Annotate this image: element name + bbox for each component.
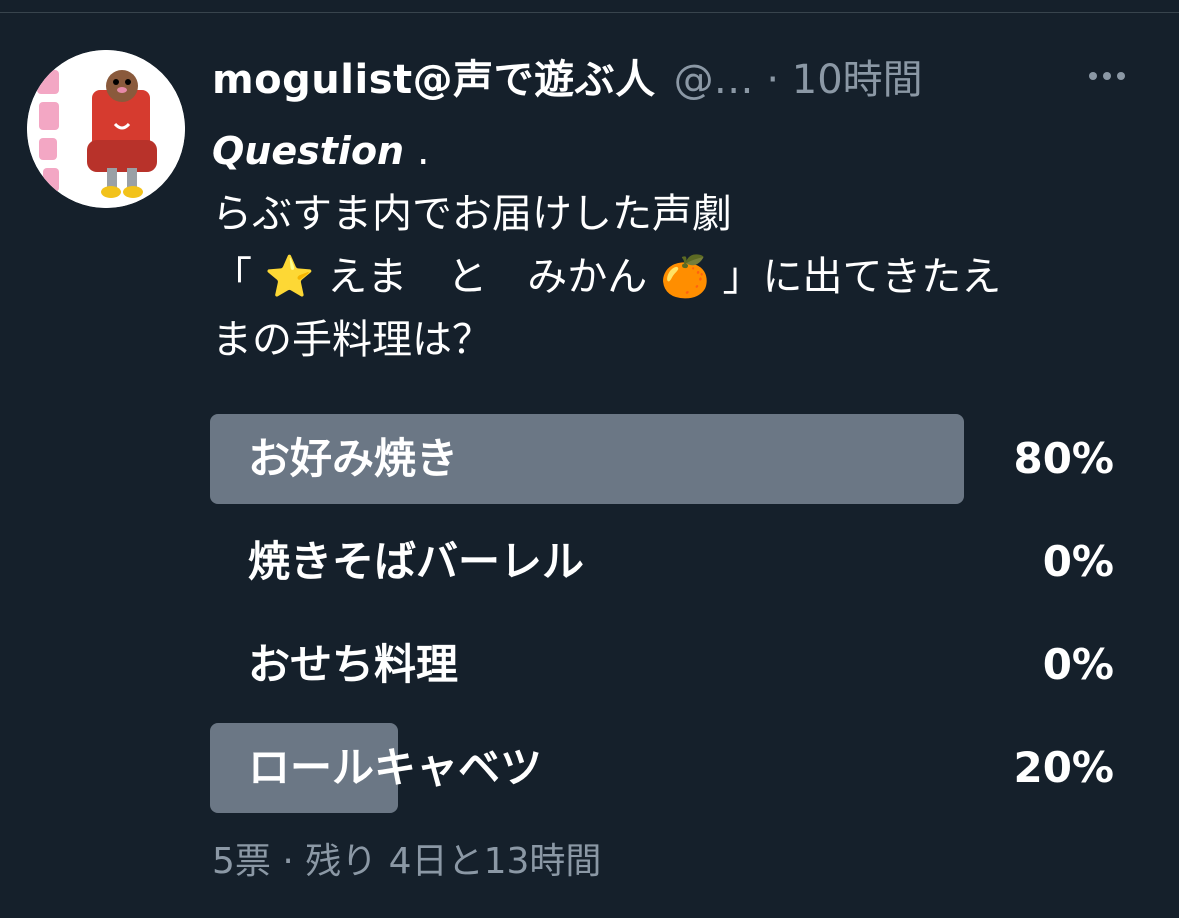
tweet-header: mogulist@声で遊ぶ人 @… · 10時間 (212, 48, 1162, 104)
tweet-line-2: らぶすま内でお届けした声劇 (212, 191, 732, 237)
poll-option[interactable]: 焼きそばバーレル 0% (210, 517, 1120, 607)
tweet-page: mogulist@声で遊ぶ人 @… · 10時間 Question . らぶすま… (0, 0, 1179, 918)
more-options-button[interactable] (1082, 48, 1132, 104)
question-dot: . (416, 128, 430, 174)
bracket-close-text: 」に出てきたえ (722, 254, 1002, 300)
display-name[interactable]: mogulist@声で遊ぶ人 (212, 47, 656, 105)
question-title: Question (212, 129, 405, 173)
poll-option-label: お好み焼き (248, 434, 459, 483)
poll-footer: 5票 · 残り 4日と13時間 (212, 841, 602, 882)
poll-option-percent: 0% (1042, 537, 1114, 586)
poll-option-label: ロールキャベツ (248, 743, 543, 792)
poll-option-percent: 80% (1013, 434, 1114, 483)
bracket-open: 「 (212, 254, 252, 300)
top-divider (0, 12, 1179, 13)
more-dots-icon (1089, 72, 1125, 80)
poll-option[interactable]: おせち料理 0% (210, 620, 1120, 710)
tweet-meta: @… · 10時間 (674, 47, 923, 105)
poll-option[interactable]: お好み焼き 80% (210, 414, 1120, 504)
tweet-text: Question . らぶすま内でお届けした声劇 「 ⭐ えま と みかん 🍊 … (212, 120, 1142, 372)
tweet-line-1: Question . (212, 120, 1142, 183)
handle[interactable]: @… (674, 57, 754, 103)
poll-option[interactable]: ロールキャベツ 20% (210, 723, 1120, 813)
star-emoji-icon: ⭐ (264, 254, 315, 300)
tweet-line-3: 「 ⭐ えま と みかん 🍊 」に出てきたえ (212, 246, 1142, 309)
poll-option-percent: 20% (1013, 743, 1114, 792)
avatar[interactable] (27, 50, 185, 208)
timestamp[interactable]: 10時間 (792, 57, 923, 103)
mole-character-icon (27, 50, 185, 208)
tweet-line-4: まの手料理は？ (212, 317, 492, 363)
poll-option-percent: 0% (1042, 640, 1114, 689)
orange-emoji-icon: 🍊 (659, 254, 710, 300)
poll-option-label: 焼きそばバーレル (248, 537, 585, 586)
poll: お好み焼き 80% 焼きそばバーレル 0% おせち料理 0% ロールキャベツ 2… (210, 414, 1120, 826)
meta-separator: · (766, 57, 780, 103)
drama-title: えま と みかん (327, 254, 648, 300)
poll-option-label: おせち料理 (248, 640, 459, 689)
